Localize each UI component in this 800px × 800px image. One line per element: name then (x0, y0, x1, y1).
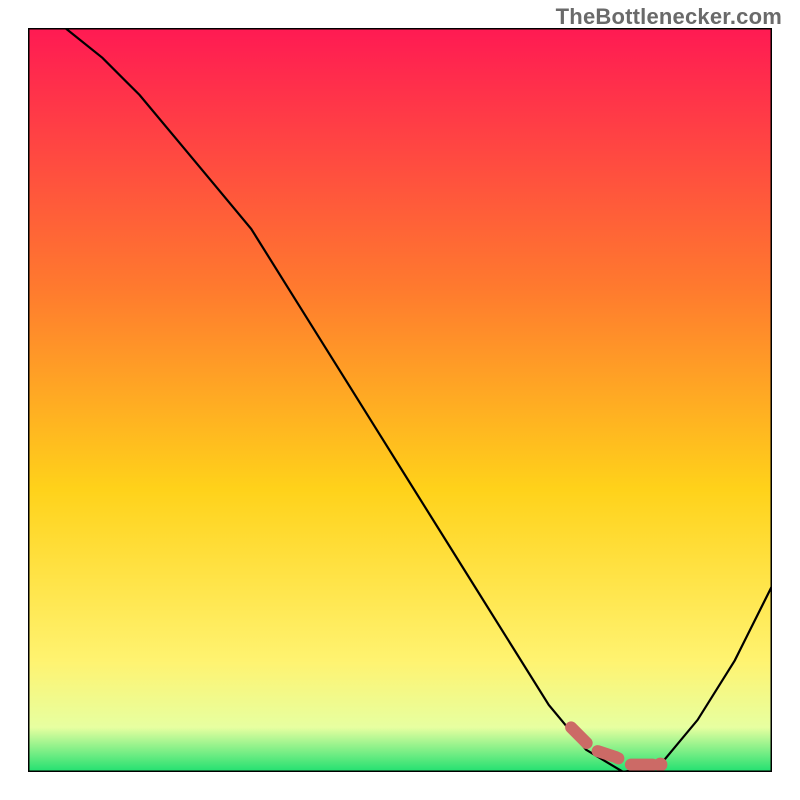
highlight-dot (653, 758, 667, 772)
plot-background (28, 28, 772, 772)
bottleneck-chart (28, 28, 772, 772)
watermark-label: TheBottlenecker.com (556, 4, 782, 30)
